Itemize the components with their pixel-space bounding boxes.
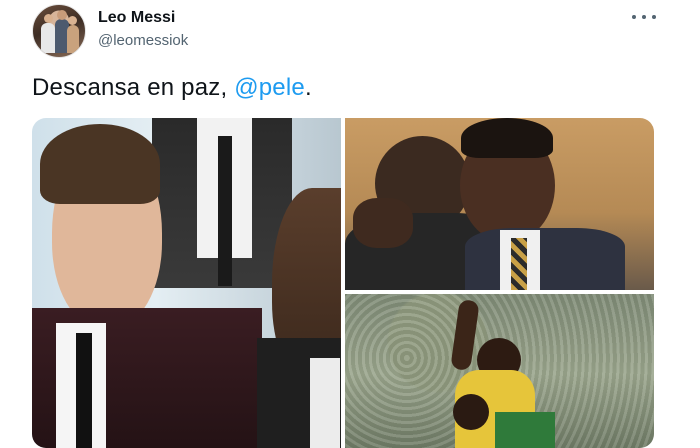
image-shape [465,228,625,290]
image-shape [495,412,555,448]
media-image-top-right[interactable] [345,118,654,290]
more-options-icon[interactable] [632,10,656,24]
avatar-figure [44,14,53,23]
tweet-card[interactable]: Leo Messi @leomessiok Descansa en paz, @… [0,0,700,448]
author-handle[interactable]: @leomessiok [98,32,188,49]
avatar-figure [57,10,67,20]
image-shape [511,238,527,290]
image-shape [461,118,553,158]
image-shape [76,333,92,448]
dot [642,15,646,19]
tweet-text-punctuation: . [304,74,312,101]
author-name[interactable]: Leo Messi [98,9,175,27]
media-grid [32,118,654,448]
dot [632,15,636,19]
media-image-bottom-right[interactable] [345,294,654,448]
avatar-figure [68,16,77,25]
image-shape [218,136,232,286]
avatar-figure [67,25,79,53]
image-shape [310,358,340,448]
avatar-figure [41,23,55,53]
tweet-text-body: Descansa en paz, [32,74,235,101]
image-shape [353,198,413,248]
media-image-left[interactable] [32,118,341,448]
dot [652,15,656,19]
image-shape [40,124,160,204]
image-shape [453,394,489,430]
tweet-text: Descansa en paz, @pele. [32,74,312,102]
mention-link[interactable]: @pele [234,74,305,101]
author-avatar[interactable] [32,4,86,58]
